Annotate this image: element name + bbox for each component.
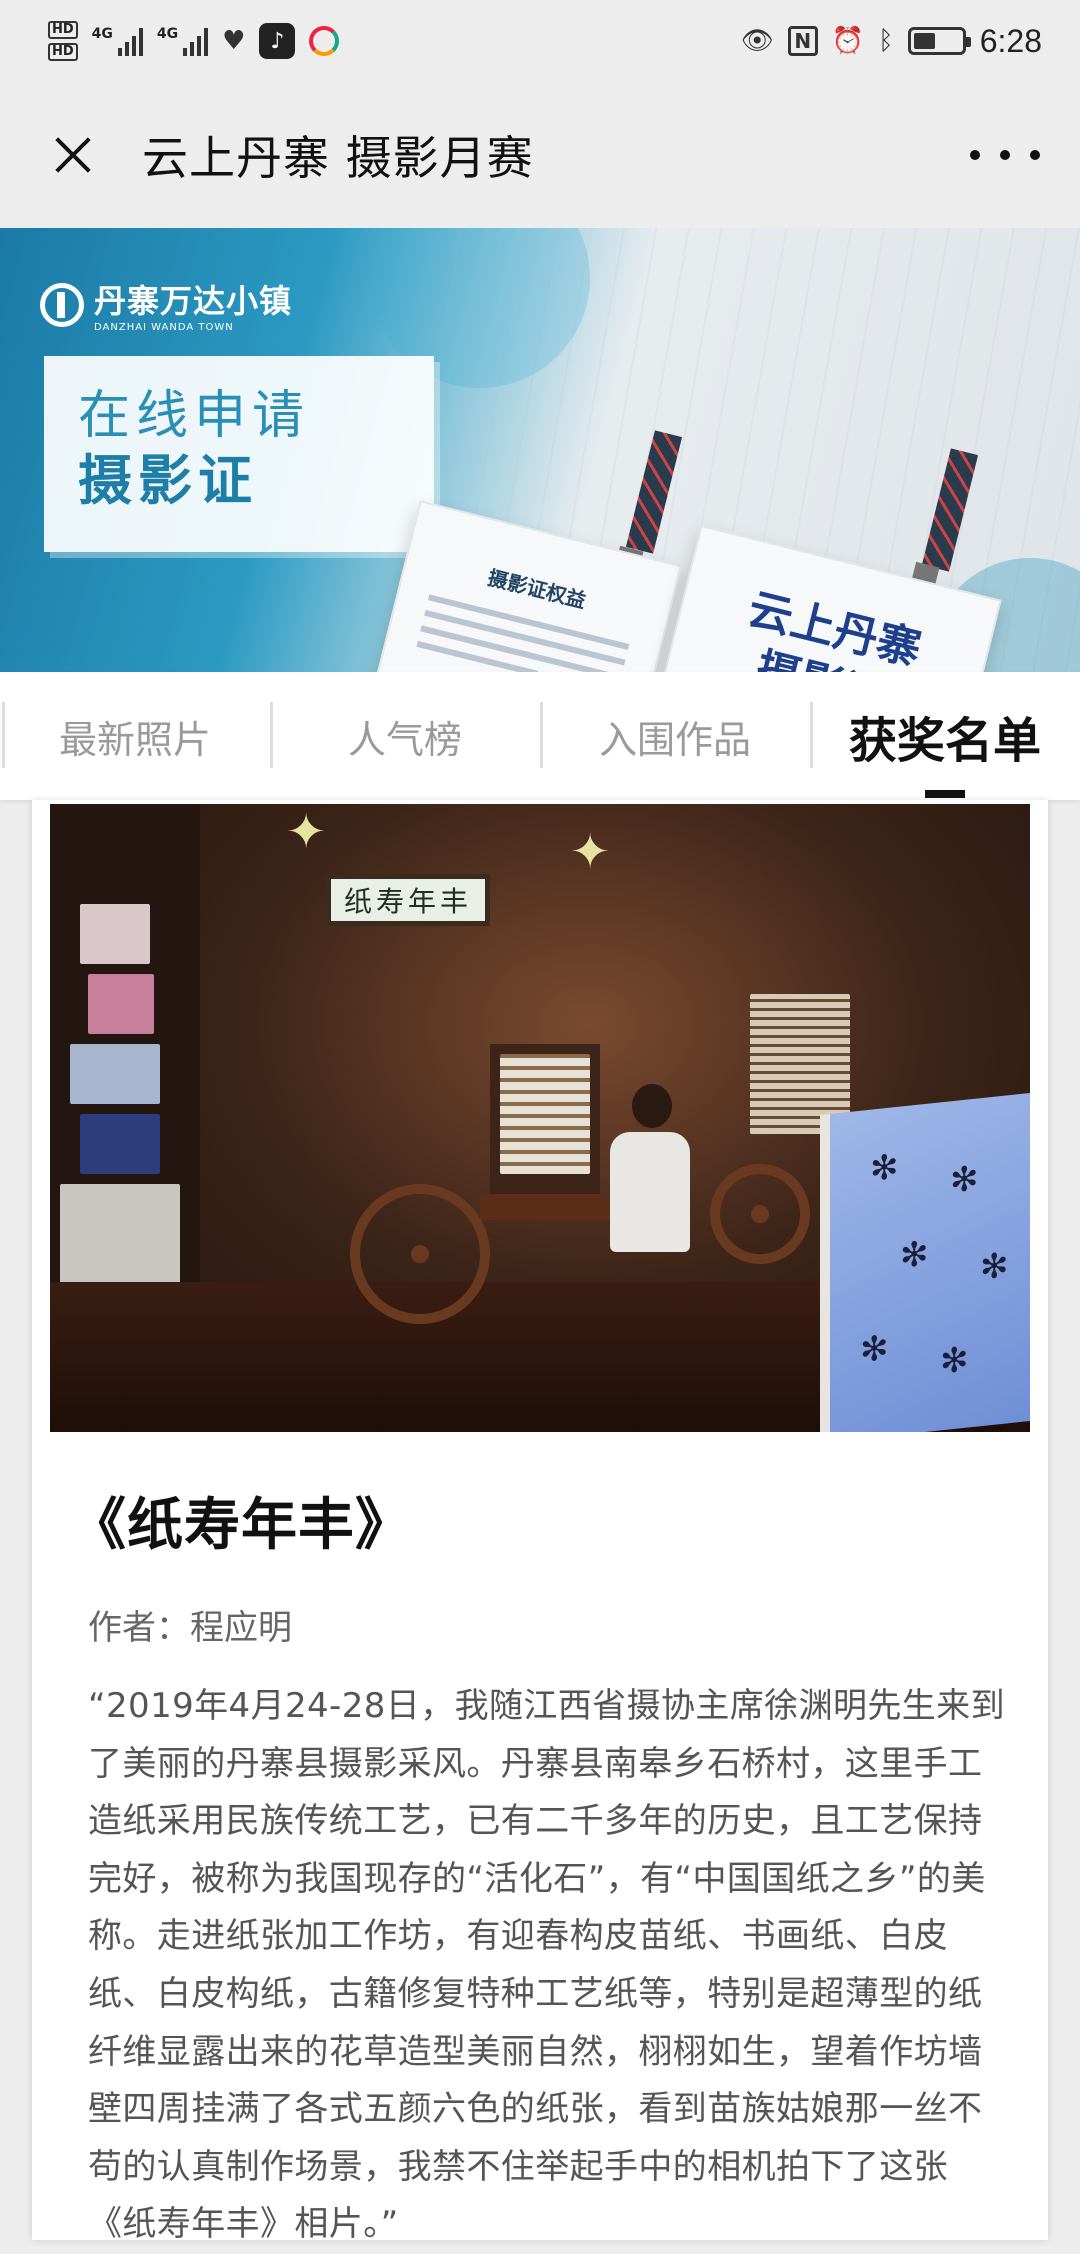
entry-photo[interactable]: 纸寿年丰 ✦ ✦ ✻ ✻ ✻ ✻ ✻ ✻ [50, 804, 1030, 1432]
wanda-logo-icon [40, 282, 84, 327]
clock: 6:28 [979, 22, 1042, 59]
status-right-icons: 👁 N ⏰ ᛒ 6:28 [741, 23, 1042, 60]
logo-text-cn: 丹寨万达小镇 [94, 282, 293, 320]
active-tab-indicator [925, 790, 965, 798]
more-icon[interactable] [970, 135, 1040, 175]
tab-label: 人气榜 [347, 717, 462, 762]
battery-icon [907, 27, 971, 55]
network-label: 4G [91, 26, 113, 42]
status-left-icons: HD HD 4G 4G ♥ ♪ [48, 21, 340, 61]
network-label: 4G [156, 26, 179, 42]
tab-label: 入围作品 [598, 717, 751, 762]
health-icon: ♥ [222, 26, 246, 56]
bluetooth-icon: ᛒ [878, 26, 894, 56]
status-bar: HD HD 4G 4G ♥ ♪ 👁 N ⏰ ᛒ 6:28 [0, 0, 1080, 82]
alarm-icon: ⏰ [831, 26, 865, 56]
entry-card: 纸寿年丰 ✦ ✦ ✻ ✻ ✻ ✻ ✻ ✻ 《纸寿年丰》 作者：程应明 “2019年4月2… [32, 800, 1048, 2244]
hd-label: HD [48, 43, 78, 61]
title-bar: 云上丹寨 摄影月赛 [0, 82, 1080, 228]
tab-award-list[interactable]: 获奖名单 [810, 672, 1080, 800]
photo-paper [60, 1184, 180, 1284]
photo-paper-stack [500, 1054, 590, 1174]
signal-icon: 4G [92, 26, 143, 56]
photo-paper [70, 1044, 160, 1104]
battery-level [913, 33, 935, 49]
tab-shortlisted[interactable]: 入围作品 [540, 672, 810, 800]
banner-apply-photo-pass[interactable]: 丹寨万达小镇 DANZHAI WANDA TOWN 在线申请 摄影证 摄影证权益… [0, 228, 1080, 672]
tab-popularity[interactable]: 人气榜 [270, 672, 540, 800]
nfc-icon: N [787, 26, 818, 56]
hd-icon: HD HD [48, 21, 78, 61]
entry-title: 《纸寿年丰》 [70, 1493, 412, 1558]
tab-latest-photos[interactable]: 最新照片 [0, 672, 270, 800]
photo-star-lantern: ✦ [286, 804, 327, 860]
tiktok-icon: ♪ [259, 23, 296, 59]
apply-line1: 在线申请 [78, 386, 311, 446]
page-title: 云上丹寨 摄影月赛 [142, 131, 534, 185]
entry-author: 作者：程应明 [88, 1608, 292, 1648]
tab-label: 获奖名单 [848, 713, 1041, 769]
entry-description: “2019年4月24-28日，我随江西省摄协主席徐渊明先生来到了美丽的丹寨县摄影… [88, 1686, 1005, 2245]
apply-callout: 在线申请 摄影证 [44, 356, 434, 552]
photo-blue-paper: ✻ ✻ ✻ ✻ ✻ ✻ [820, 1092, 1030, 1432]
signal-icon: 4G [156, 26, 209, 56]
logo-text-en: DANZHAI WANDA TOWN [94, 322, 234, 333]
photo-sign: 纸寿年丰 [326, 874, 490, 926]
photo-star-lantern: ✦ [570, 824, 611, 880]
photo-wheel [350, 1184, 490, 1324]
photo-paper [80, 904, 150, 964]
tab-label: 最新照片 [58, 717, 211, 762]
photo-paper [80, 1114, 160, 1174]
browser-icon [309, 26, 340, 56]
photo-paper [88, 974, 154, 1034]
brand-logo: 丹寨万达小镇 DANZHAI WANDA TOWN [40, 276, 292, 333]
hd-label: HD [48, 21, 78, 39]
photo-wheel [710, 1164, 810, 1264]
apply-line2: 摄影证 [78, 449, 258, 512]
photo-person [610, 1084, 700, 1254]
tab-bar: 最新照片 人气榜 入围作品 获奖名单 [0, 672, 1080, 800]
close-icon[interactable] [40, 123, 104, 187]
eye-icon: 👁 [740, 26, 774, 56]
